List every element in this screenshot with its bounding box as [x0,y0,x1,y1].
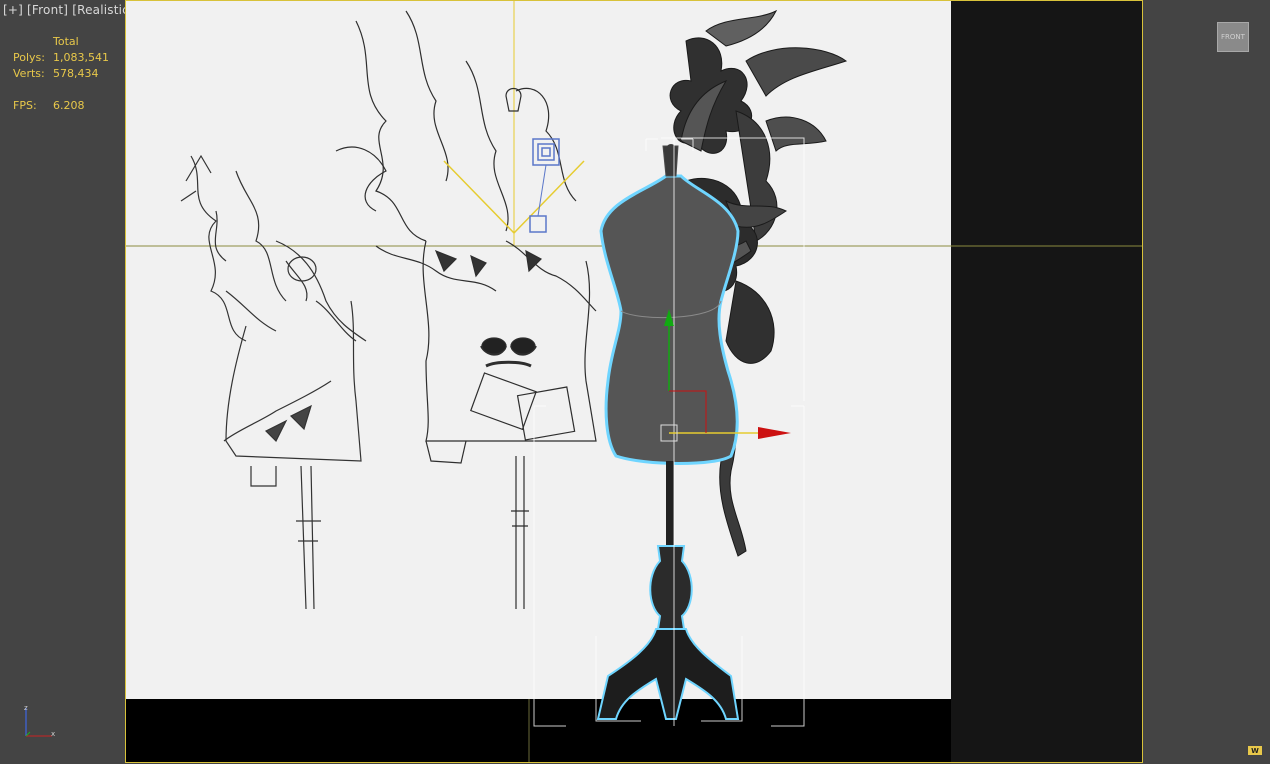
stats-total-label: Total [53,35,79,48]
viewport-label: [+] [Front] [Realistic] [3,3,134,17]
axis-tripod-icon: z x [24,704,55,738]
stats-polys-value: 1,083,541 [53,51,109,64]
stats-fps-value: 6.208 [53,99,85,112]
statistics-overlay: Total Polys: 1,083,541 Verts: 578,434 FP… [13,34,109,114]
axis-x-label: x [51,730,55,738]
stats-fps-label: FPS: [13,99,37,112]
mannequin-pole [666,461,674,546]
viewport-view-button[interactable]: [Front] [27,3,68,17]
mannequin-model-selected[interactable] [533,9,848,727]
mannequin-stand-legs [596,628,740,720]
sketch-mannequin-left [180,154,367,610]
viewcube-icon[interactable]: FRONT [1217,22,1249,52]
active-viewport[interactable] [125,0,1143,763]
scene-canvas[interactable] [126,1,1143,763]
stats-verts-label: Verts: [13,67,45,80]
viewport-menu-button[interactable]: [+] [3,3,23,17]
viewport-badge: W [1248,746,1262,755]
mannequin-stand-column [649,545,693,630]
axis-z-label: z [24,704,28,712]
stats-verts-value: 578,434 [53,67,99,80]
stats-polys-label: Polys: [13,51,45,64]
sketch-mannequin-center [335,10,597,609]
